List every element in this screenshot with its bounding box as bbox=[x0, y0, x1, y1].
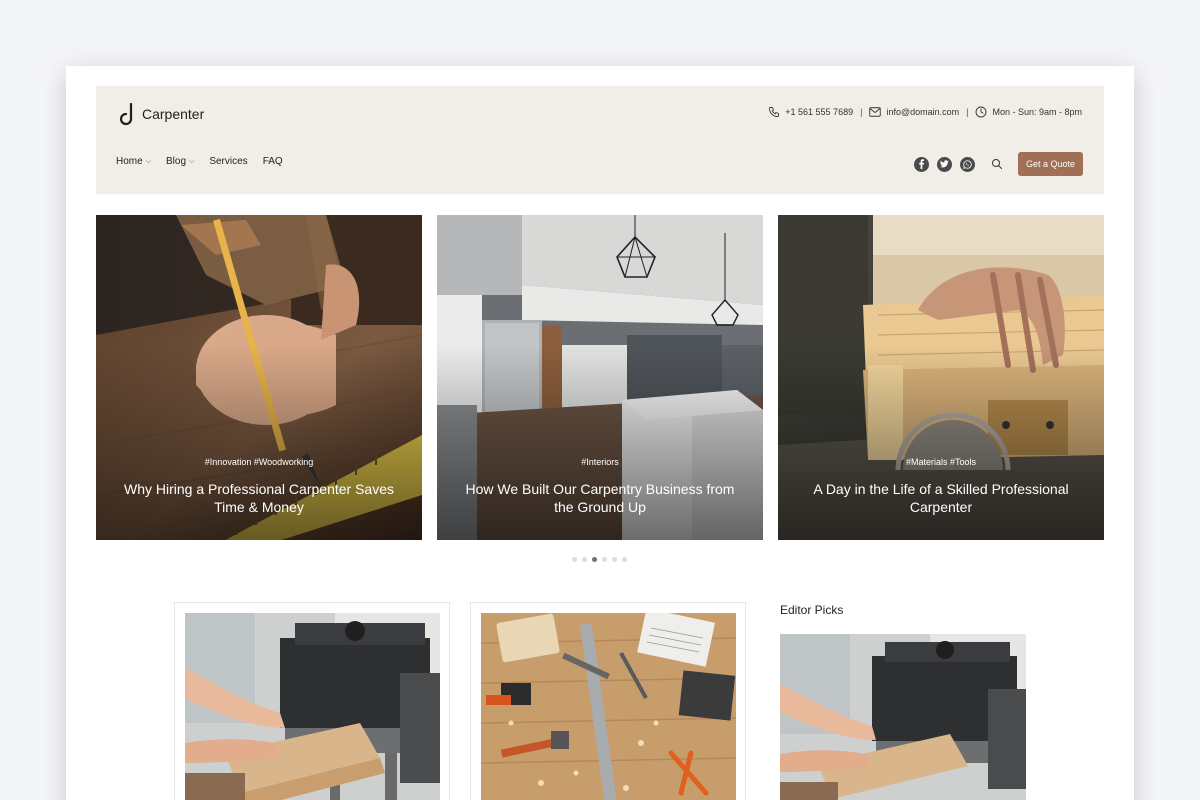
nav-label: Blog bbox=[166, 156, 187, 167]
phone-icon bbox=[768, 106, 780, 118]
post-tags[interactable]: #Innovation #Woodworking bbox=[96, 457, 422, 467]
carousel-dot[interactable] bbox=[572, 557, 577, 562]
nav-label: Home bbox=[116, 156, 143, 167]
post-image[interactable] bbox=[185, 613, 440, 800]
featured-post-card[interactable]: #Materials #Tools A Day in the Life of a… bbox=[778, 215, 1104, 540]
mail-icon bbox=[869, 107, 882, 117]
hours-contact: Mon - Sun: 9am - 8pm bbox=[975, 106, 1082, 118]
editor-picks-title: Editor Picks bbox=[780, 603, 844, 617]
separator: | bbox=[966, 107, 969, 117]
nav-item-services[interactable]: Services bbox=[209, 156, 247, 167]
carousel-dot[interactable] bbox=[602, 557, 607, 562]
logo-icon bbox=[120, 102, 136, 126]
facebook-icon[interactable] bbox=[914, 156, 929, 172]
nav-item-faq[interactable]: FAQ bbox=[263, 156, 283, 167]
carousel-dot[interactable] bbox=[582, 557, 587, 562]
nav-label: FAQ bbox=[262, 156, 283, 167]
logo[interactable]: Carpenter bbox=[120, 102, 204, 126]
nav-item-home[interactable]: Home ⌵ bbox=[116, 156, 151, 167]
clock-icon bbox=[975, 106, 987, 118]
nav-label: Services bbox=[209, 156, 248, 167]
post-title[interactable]: Why Hiring a Professional Carpenter Save… bbox=[114, 480, 404, 516]
post-tags[interactable]: #Materials #Tools bbox=[778, 457, 1104, 467]
get-a-quote-button[interactable]: Get a Quote bbox=[1018, 152, 1083, 176]
featured-post-card[interactable]: #Innovation #Woodworking Why Hiring a Pr… bbox=[96, 215, 422, 540]
search-icon[interactable] bbox=[991, 158, 1003, 170]
post-image[interactable] bbox=[481, 613, 736, 800]
phone-contact[interactable]: +1 561 555 7689 bbox=[768, 106, 853, 118]
carousel-dot[interactable] bbox=[622, 557, 627, 562]
twitter-icon[interactable] bbox=[937, 156, 952, 172]
chevron-down-icon: ⌵ bbox=[189, 157, 195, 165]
contact-bar: +1 561 555 7689 | info@domain.com | Mon … bbox=[768, 106, 1082, 118]
email-contact[interactable]: info@domain.com bbox=[869, 107, 959, 117]
post-title[interactable]: A Day in the Life of a Skilled Professio… bbox=[796, 480, 1086, 516]
logo-text: Carpenter bbox=[142, 106, 205, 122]
main-nav: Home ⌵ Blog ⌵ Services FAQ bbox=[116, 156, 283, 167]
separator: | bbox=[860, 107, 863, 117]
whatsapp-icon[interactable] bbox=[960, 156, 975, 172]
post-tags[interactable]: #Interiors bbox=[437, 457, 763, 467]
carousel-dot-active[interactable] bbox=[592, 557, 597, 562]
hours-text: Mon - Sun: 9am - 8pm bbox=[992, 107, 1082, 117]
email-text: info@domain.com bbox=[886, 107, 960, 117]
carousel-dot[interactable] bbox=[612, 557, 617, 562]
featured-post-card[interactable]: #Interiors How We Built Our Carpentry Bu… bbox=[437, 215, 763, 540]
phone-text: +1 561 555 7689 bbox=[785, 107, 854, 117]
chevron-down-icon: ⌵ bbox=[145, 157, 151, 165]
post-title[interactable]: How We Built Our Carpentry Business from… bbox=[455, 480, 745, 516]
header-actions: Get a Quote bbox=[906, 152, 1083, 176]
post-card[interactable] bbox=[174, 602, 450, 800]
nav-item-blog[interactable]: Blog ⌵ bbox=[166, 156, 194, 167]
editor-pick-image[interactable] bbox=[780, 634, 1026, 800]
post-card[interactable] bbox=[470, 602, 746, 800]
site-header: Carpenter +1 561 555 7689 | info@domain.… bbox=[96, 86, 1104, 194]
carousel-pagination bbox=[572, 557, 627, 562]
